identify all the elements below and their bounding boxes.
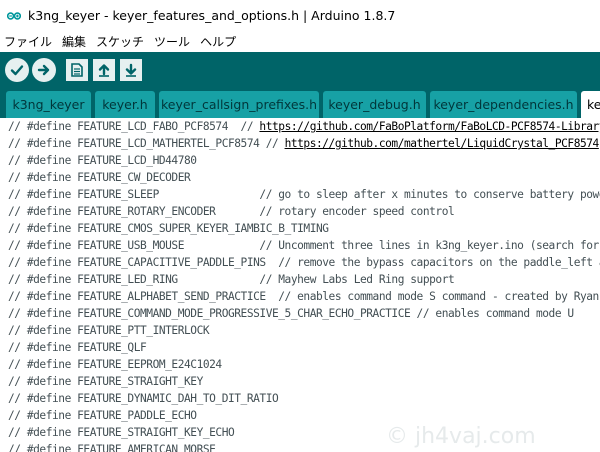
code-line: // #define FEATURE_QLF	[8, 341, 147, 354]
tab-keyer-h[interactable]: keyer.h	[95, 91, 155, 118]
code-line: // #define FEATURE_STRAIGHT_KEY_ECHO	[8, 426, 235, 439]
code-editor[interactable]: // #define FEATURE_LCD_FABO_PCF8574 // h…	[0, 118, 600, 452]
code-line: // #define FEATURE_LED_RING // Mayhew La…	[8, 273, 455, 286]
code-line: // #define FEATURE_LCD_MATHERTEL_PCF8574…	[8, 137, 600, 150]
code-link[interactable]: https://github.com/FaBoPlatform/FaBoLCD-…	[259, 120, 600, 133]
arduino-logo-icon	[7, 11, 21, 21]
code-line: // #define FEATURE_LCD_FABO_PCF8574 // h…	[8, 118, 600, 135]
tab-keyer-dependencies[interactable]: keyer_dependencies.h	[430, 91, 577, 118]
code-line: // #define FEATURE_SLEEP // go to sleep …	[8, 188, 600, 201]
tab-keyer-debug[interactable]: keyer_debug.h	[323, 91, 426, 118]
menu-edit[interactable]: 編集	[62, 33, 86, 50]
arrow-up-icon	[98, 64, 110, 77]
code-line: // #define FEATURE_ROTARY_ENCODER // rot…	[8, 205, 455, 218]
upload-button[interactable]	[32, 58, 56, 82]
verify-button[interactable]	[5, 58, 29, 82]
arrow-down-icon	[125, 63, 137, 77]
save-button[interactable]	[120, 59, 142, 81]
tab-k3ng-keyer[interactable]: k3ng_keyer	[6, 91, 91, 118]
menu-bar: ファイル 編集 スケッチ ツール ヘルプ	[0, 31, 600, 52]
menu-help[interactable]: ヘルプ	[200, 33, 236, 50]
menu-tools[interactable]: ツール	[154, 33, 190, 50]
tab-bar: k3ng_keyer keyer.h keyer_callsign_prefix…	[0, 88, 600, 118]
new-file-icon	[71, 63, 83, 77]
checkmark-icon	[10, 65, 24, 76]
code-line: // #define FEATURE_CMOS_SUPER_KEYER_IAMB…	[8, 222, 329, 235]
arrow-right-icon	[37, 64, 50, 76]
code-line: // #define FEATURE_DYNAMIC_DAH_TO_DIT_RA…	[8, 392, 279, 405]
code-line: // #define FEATURE_AMERICAN_MORSE	[8, 443, 216, 452]
code-line: // #define FEATURE_PTT_INTERLOCK	[8, 324, 210, 337]
code-line: // #define FEATURE_CAPACITIVE_PADDLE_PIN…	[8, 256, 600, 269]
code-line: // #define FEATURE_STRAIGHT_KEY	[8, 375, 203, 388]
code-line: // #define FEATURE_CW_DECODER	[8, 171, 191, 184]
code-line: // #define FEATURE_USB_MOUSE // Uncommen…	[8, 239, 600, 252]
code-line: // #define FEATURE_PADDLE_ECHO	[8, 409, 197, 422]
title-bar: k3ng_keyer - keyer_features_and_options.…	[0, 0, 600, 31]
window-title: k3ng_keyer - keyer_features_and_options.…	[28, 8, 396, 23]
code-line: // #define FEATURE_EEPROM_E24C1024	[8, 358, 222, 371]
menu-sketch[interactable]: スケッチ	[96, 33, 144, 50]
tab-keyer-features-and-options[interactable]: ke	[581, 91, 600, 118]
code-link[interactable]: https://github.com/mathertel/LiquidCryst…	[285, 137, 600, 150]
code-line: // #define FEATURE_COMMAND_MODE_PROGRESS…	[8, 307, 574, 320]
code-line: // #define FEATURE_LCD_HD44780	[8, 154, 197, 167]
code-line: // #define FEATURE_ALPHABET_SEND_PRACTIC…	[8, 290, 600, 303]
menu-file[interactable]: ファイル	[4, 33, 52, 50]
toolbar	[0, 52, 600, 88]
open-button[interactable]	[93, 59, 115, 81]
new-sketch-button[interactable]	[66, 59, 88, 81]
tab-keyer-callsign-prefixes[interactable]: keyer_callsign_prefixes.h	[159, 91, 319, 118]
